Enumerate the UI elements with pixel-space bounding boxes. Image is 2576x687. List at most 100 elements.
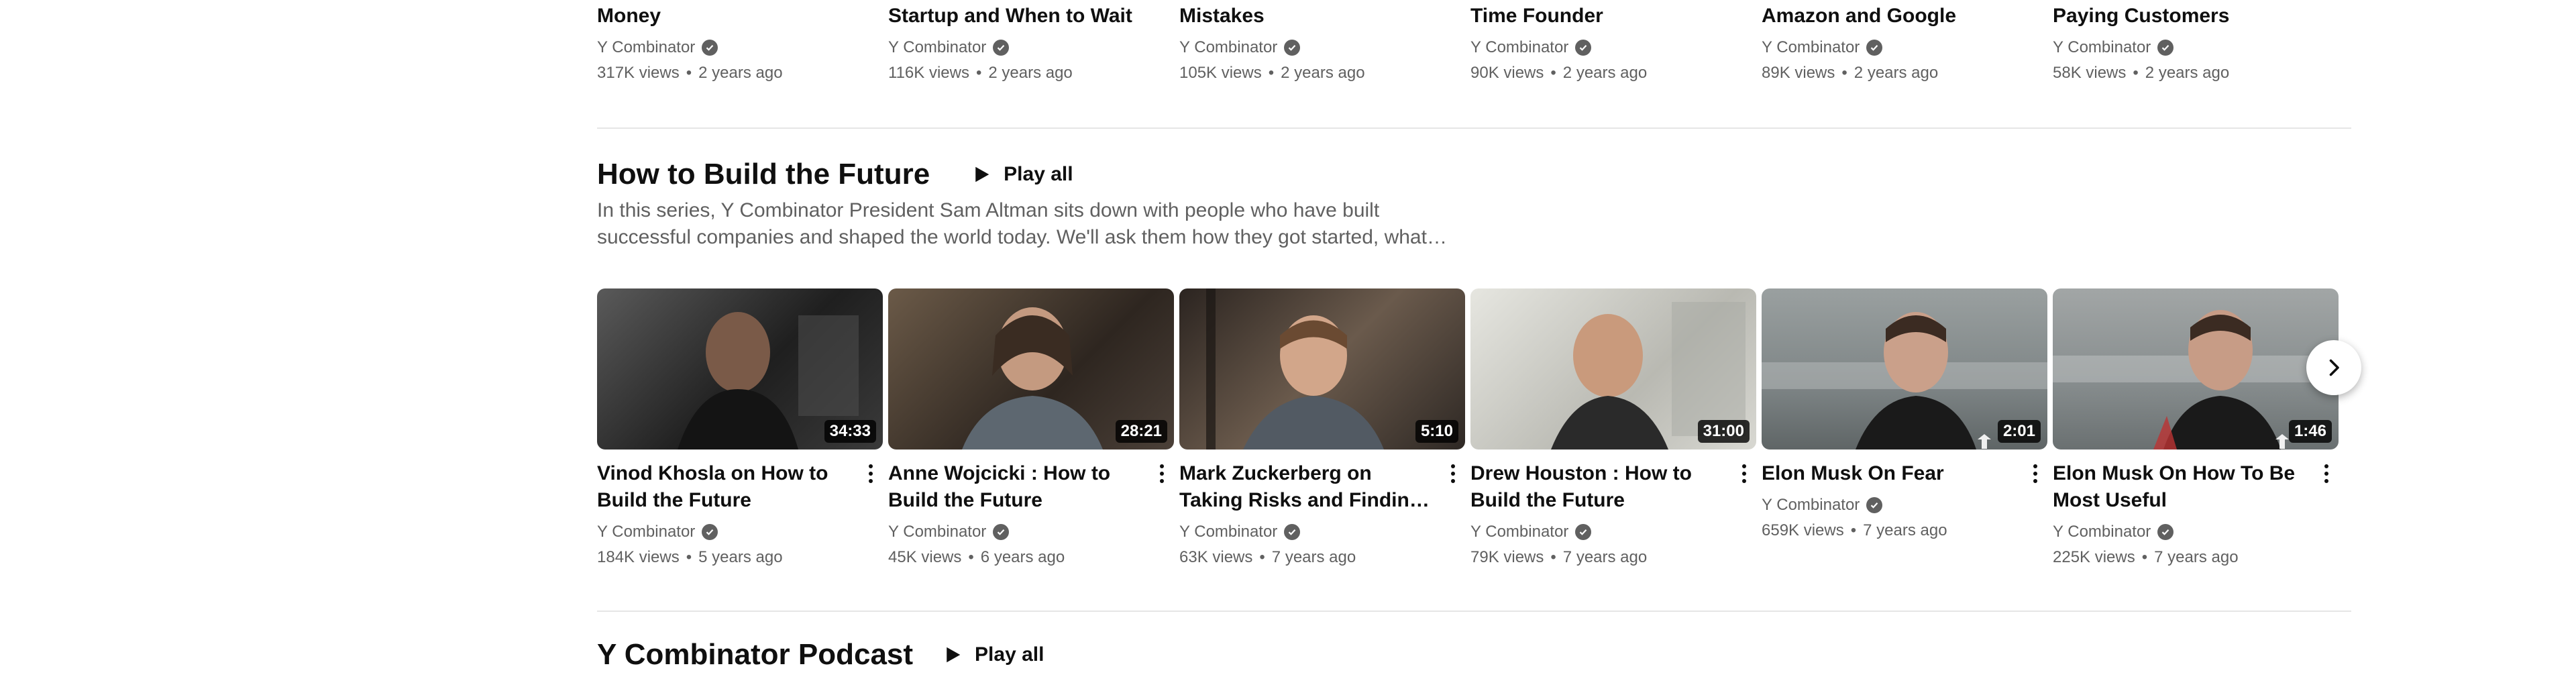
play-all-label: Play all (1004, 163, 1073, 185)
play-all-label: Play all (975, 643, 1044, 666)
channel-name[interactable]: Y Combinator (888, 521, 986, 543)
video-card[interactable]: Turning Your Users Into Paying Customers… (2053, 0, 2339, 85)
upload-age: 7 years ago (1271, 548, 1356, 566)
channel-name[interactable]: Y Combinator (597, 521, 695, 543)
video-meta: 317K views • 2 years ago (597, 62, 883, 85)
video-title[interactable]: Don't Make These Hiring Mistakes (1179, 0, 1465, 30)
play-all-button[interactable]: Play all (959, 156, 1085, 193)
section-header: How to Build the Future Play all (597, 156, 1085, 193)
video-meta: 89K views • 2 years ago (1762, 62, 2047, 85)
video-title[interactable]: Drew Houston : How to Build the Future (1470, 460, 1756, 514)
previous-shelf: Top Ways Startups Waste Money Y Combinat… (597, 0, 2351, 97)
more-vert-icon[interactable] (1154, 0, 1170, 3)
more-vert-icon[interactable] (1445, 0, 1461, 3)
channel-name[interactable]: Y Combinator (2053, 521, 2151, 543)
video-meta: 58K views • 2 years ago (2053, 62, 2339, 85)
more-vert-icon[interactable] (1736, 460, 1752, 487)
video-card[interactable]: 34:33 Vinod Khosla on How to Build the F… (597, 288, 883, 569)
channel-name-row: Y Combinator (888, 521, 1174, 543)
section-title[interactable]: Y Combinator Podcast (597, 636, 913, 674)
video-title[interactable]: Anne Wojcicki : How to Build the Future (888, 460, 1174, 514)
channel-name[interactable]: Y Combinator (2053, 36, 2151, 59)
video-card[interactable]: 2:01 Elon Musk On Fear Y Combinator 659K… (1762, 288, 2047, 542)
view-count: 659K views (1762, 521, 1844, 539)
upload-age: 7 years ago (1562, 548, 1648, 566)
view-count: 79K views (1470, 548, 1544, 566)
video-meta: 105K views • 2 years ago (1179, 62, 1465, 85)
more-vert-icon[interactable] (1736, 0, 1752, 3)
view-count: 63K views (1179, 548, 1253, 566)
verified-check-icon (1575, 40, 1592, 56)
video-thumbnail[interactable]: 28:21 (888, 288, 1174, 450)
channel-name[interactable]: Y Combinator (1762, 494, 1860, 517)
channel-name-row: Y Combinator (888, 36, 1174, 59)
section-title[interactable]: How to Build the Future (597, 156, 930, 193)
upload-age: 7 years ago (2154, 548, 2239, 566)
more-vert-icon[interactable] (863, 460, 879, 487)
video-thumbnail[interactable]: 5:10 (1179, 288, 1465, 450)
channel-name[interactable]: Y Combinator (888, 36, 986, 59)
video-thumbnail[interactable]: 2:01 (1762, 288, 2047, 450)
video-title[interactable]: Advantages Of A First-Time Founder (1470, 0, 1756, 30)
video-title[interactable]: Elon Musk On How To Be Most Useful (2053, 460, 2339, 514)
video-title[interactable]: Mark Zuckerberg on Taking Risks and Find… (1179, 460, 1465, 514)
video-thumbnail[interactable]: 31:00 (1470, 288, 1756, 450)
channel-name-row: Y Combinator (1179, 36, 1465, 59)
video-title[interactable]: When to Launch Your Startup and When to … (888, 0, 1174, 30)
section-divider (597, 127, 2351, 129)
upload-age: 2 years ago (2145, 64, 2230, 82)
video-title[interactable]: Elon Musk On Fear (1762, 460, 2047, 487)
video-card[interactable]: Don't Make These Hiring Mistakes Y Combi… (1179, 0, 1465, 85)
upload-age: 5 years ago (698, 548, 783, 566)
more-vert-icon[interactable] (2027, 0, 2043, 3)
section-description[interactable]: In this series, Y Combinator President S… (597, 197, 1456, 251)
video-duration: 2:01 (1997, 420, 2041, 443)
video-card[interactable]: 28:21 Anne Wojcicki : How to Build the F… (888, 288, 1174, 569)
channel-name[interactable]: Y Combinator (1179, 521, 1277, 543)
play-all-button[interactable]: Play all (930, 636, 1056, 674)
view-count: 90K views (1470, 64, 1544, 82)
verified-check-icon (993, 40, 1010, 56)
more-vert-icon[interactable] (1154, 460, 1170, 487)
more-vert-icon[interactable] (2318, 460, 2334, 487)
video-thumbnail[interactable]: 34:33 (597, 288, 883, 450)
video-meta: 79K views • 7 years ago (1470, 546, 1756, 569)
more-vert-icon[interactable] (2027, 460, 2043, 487)
upload-age: 2 years ago (698, 64, 783, 82)
video-thumbnail[interactable]: 1:46 (2053, 288, 2339, 450)
video-card[interactable]: 5:10 Mark Zuckerberg on Taking Risks and… (1179, 288, 1465, 569)
video-title[interactable]: Top Ways Startups Waste Money (597, 0, 883, 30)
upload-age: 2 years ago (1281, 64, 1365, 82)
video-meta: 45K views • 6 years ago (888, 546, 1174, 569)
channel-name-row: Y Combinator (1179, 521, 1465, 543)
channel-name[interactable]: Y Combinator (1470, 36, 1568, 59)
more-vert-icon[interactable] (1445, 460, 1461, 487)
more-vert-icon[interactable] (863, 0, 879, 3)
view-count: 58K views (2053, 64, 2127, 82)
view-count: 317K views (597, 64, 680, 82)
channel-name[interactable]: Y Combinator (597, 36, 695, 59)
channel-name[interactable]: Y Combinator (1179, 36, 1277, 59)
video-card[interactable]: 1:46 Elon Musk On How To Be Most Useful … (2053, 288, 2339, 569)
video-card[interactable]: Advantages Of A First-Time Founder Y Com… (1470, 0, 1756, 85)
channel-name-row: Y Combinator (2053, 36, 2339, 59)
verified-check-icon (1575, 524, 1592, 540)
video-duration: 31:00 (1697, 420, 1750, 443)
video-card[interactable]: How To Compete With Amazon and Google Y … (1762, 0, 2047, 85)
video-title[interactable]: Turning Your Users Into Paying Customers (2053, 0, 2339, 30)
video-card[interactable]: 31:00 Drew Houston : How to Build the Fu… (1470, 288, 1756, 569)
shelf-next-button[interactable] (2306, 340, 2361, 395)
video-title[interactable]: How To Compete With Amazon and Google (1762, 0, 2047, 30)
upload-age: 2 years ago (1854, 64, 1939, 82)
play-icon (975, 166, 989, 182)
video-card[interactable]: When to Launch Your Startup and When to … (888, 0, 1174, 85)
video-meta: 63K views • 7 years ago (1179, 546, 1465, 569)
verified-check-icon (1866, 497, 1883, 513)
more-vert-icon[interactable] (2318, 0, 2334, 3)
channel-name[interactable]: Y Combinator (1762, 36, 1860, 59)
view-count: 225K views (2053, 548, 2135, 566)
video-title[interactable]: Vinod Khosla on How to Build the Future (597, 460, 883, 514)
channel-name[interactable]: Y Combinator (1470, 521, 1568, 543)
video-card[interactable]: Top Ways Startups Waste Money Y Combinat… (597, 0, 883, 85)
verified-check-icon (1284, 524, 1301, 540)
